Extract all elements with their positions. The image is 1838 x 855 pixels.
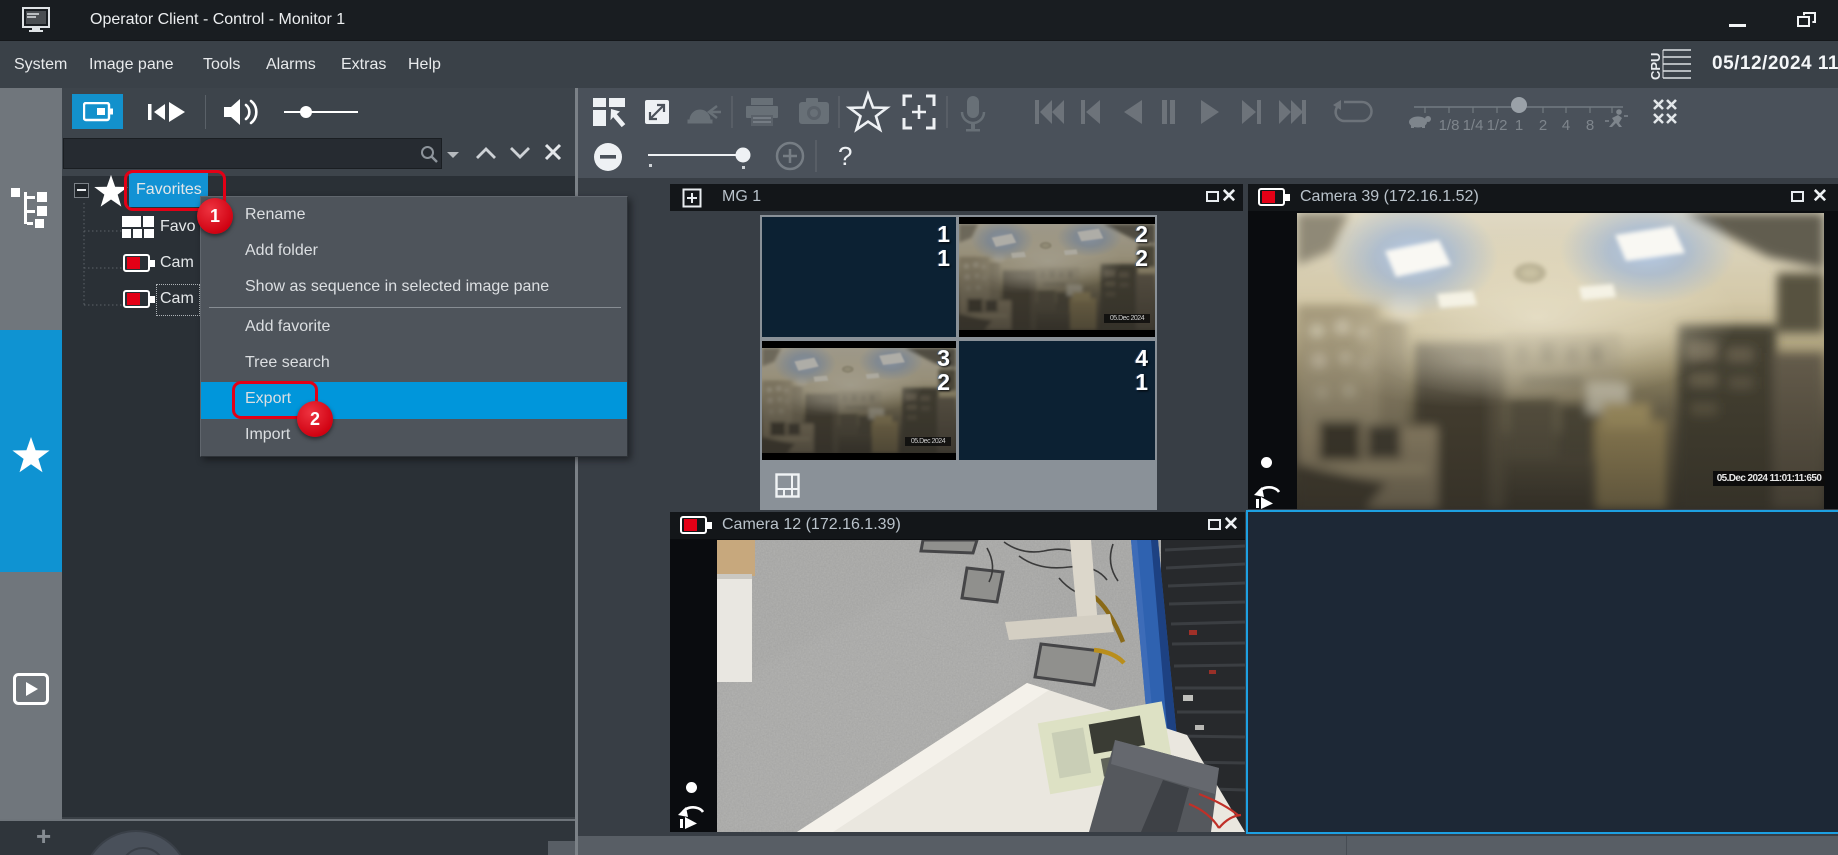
svg-text:2: 2 [1539,117,1547,134]
svg-text:1/2: 1/2 [1487,117,1508,134]
svg-text:1/4: 1/4 [1463,117,1484,134]
svg-text:4: 4 [1562,117,1570,134]
svg-text:CPU: CPU [1648,53,1663,80]
svg-text:1/8: 1/8 [1439,117,1460,134]
svg-text:1: 1 [1515,117,1523,134]
svg-text:8: 8 [1586,117,1594,134]
svg-text:?: ? [838,141,852,171]
